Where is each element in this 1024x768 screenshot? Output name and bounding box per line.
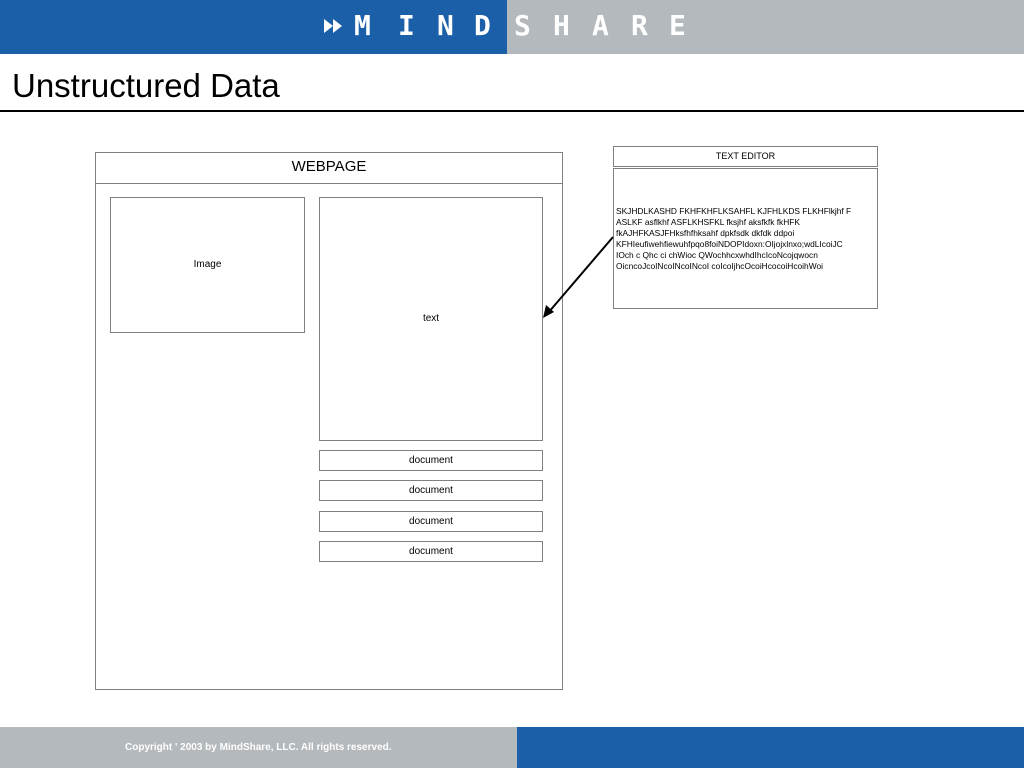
copyright-text: Copyright ' 2003 by MindShare, LLC. All … [125,742,392,753]
arrow-connector [543,236,614,318]
footer-bar-blue [517,727,1024,768]
